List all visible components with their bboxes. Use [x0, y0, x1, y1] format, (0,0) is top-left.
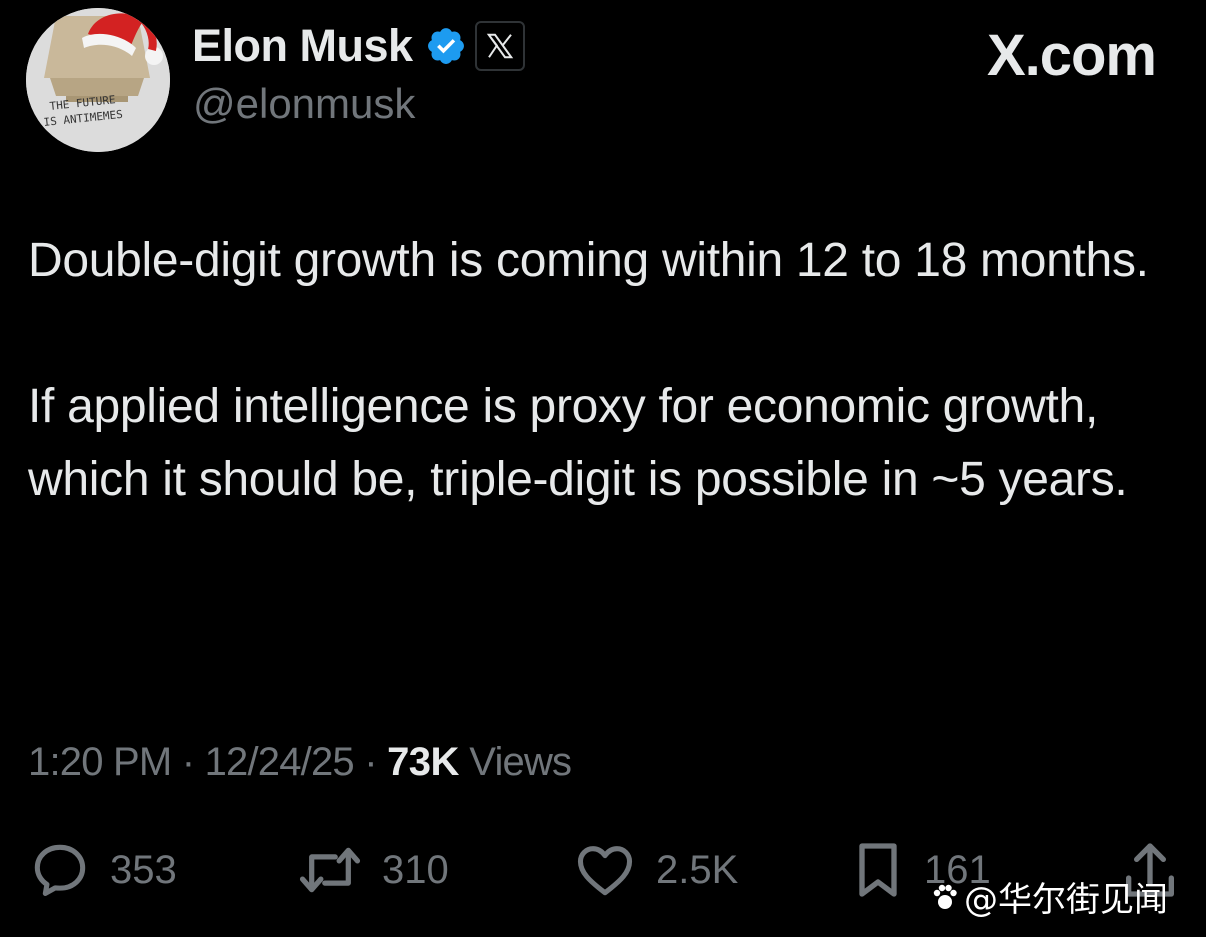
like-button[interactable]: 2.5K [572, 838, 738, 902]
repost-count: 310 [382, 847, 449, 892]
tweet-paragraph-1: Double-digit growth is coming within 12 … [28, 234, 1149, 287]
repost-icon [299, 847, 361, 893]
watermark: @华尔街见闻 [930, 872, 1168, 921]
tweet-body: Double-digit growth is coming within 12 … [28, 224, 1168, 516]
x-affiliate-badge[interactable] [474, 21, 525, 71]
bookmark-icon [859, 843, 897, 897]
reply-icon [34, 844, 86, 896]
meta-separator: · [364, 740, 377, 784]
repost-button[interactable]: 310 [296, 838, 449, 902]
tweet-paragraph-2: If applied intelligence is proxy for eco… [28, 380, 1128, 506]
paw-logo-icon [933, 884, 957, 909]
display-name[interactable]: Elon Musk [192, 20, 413, 72]
avatar-image: THE FUTURE IS ANTIMEMES [26, 8, 170, 152]
avatar[interactable]: THE FUTURE IS ANTIMEMES [26, 8, 170, 152]
watermark-text: @华尔街见闻 [964, 880, 1168, 920]
like-count: 2.5K [656, 847, 739, 892]
like-icon [577, 846, 633, 896]
x-logo-icon [486, 33, 513, 59]
reply-button[interactable]: 353 [28, 838, 177, 902]
author-name-row: Elon Musk [192, 18, 525, 74]
verified-badge-icon[interactable] [425, 25, 467, 67]
tweet-time[interactable]: 1:20 PM [28, 740, 172, 784]
views-label: Views [469, 740, 572, 784]
views-count: 73K [387, 740, 459, 784]
brand-logo-text: X.com [986, 23, 1157, 88]
tweet-screenshot: THE FUTURE IS ANTIMEMES Elon Musk @elonm… [0, 0, 1206, 937]
meta-separator: · [181, 740, 195, 784]
reply-count: 353 [110, 847, 177, 892]
tweet-date[interactable]: 12/24/25 [205, 740, 355, 784]
author-handle[interactable]: @elonmusk [193, 80, 415, 128]
tweet-metadata: 1:20 PM · 12/24/25 · 73K Views [28, 740, 572, 785]
